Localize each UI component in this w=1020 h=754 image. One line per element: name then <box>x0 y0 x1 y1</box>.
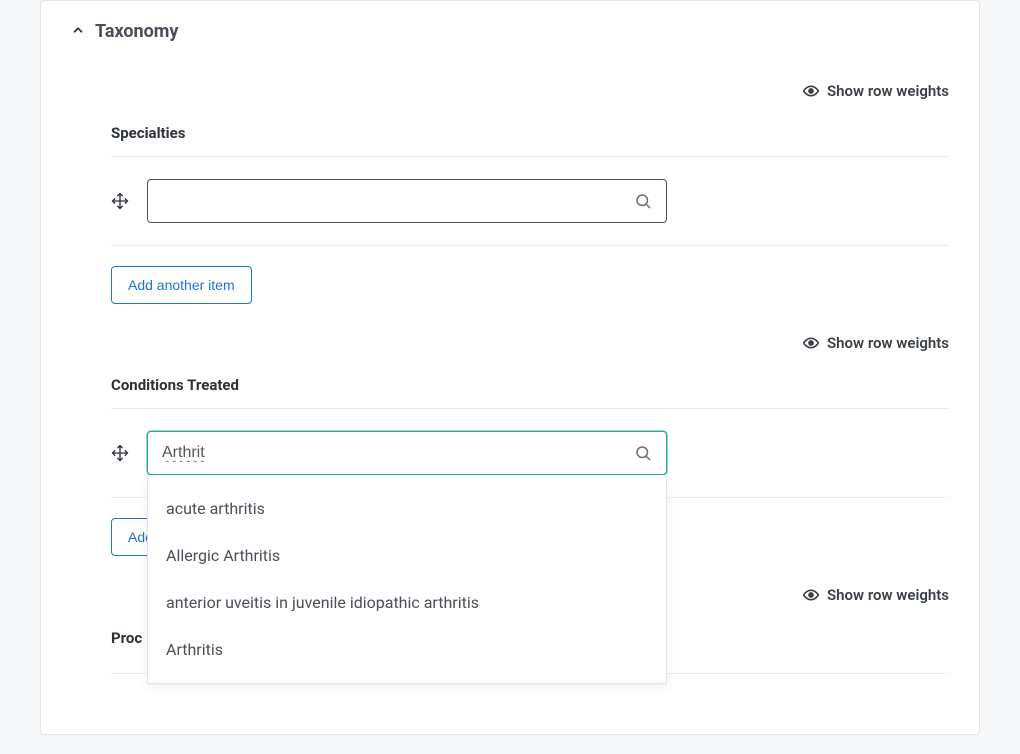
drag-handle-icon[interactable] <box>111 444 129 462</box>
card-header[interactable]: Taxonomy <box>71 21 949 42</box>
search-icon <box>634 192 652 210</box>
conditions-input[interactable] <box>162 444 634 462</box>
search-icon <box>634 444 652 462</box>
conditions-autocomplete-dropdown: acute arthritis Allergic Arthritis anter… <box>147 475 667 684</box>
specialties-input[interactable] <box>162 192 634 210</box>
autocomplete-option[interactable]: Allergic Arthritis <box>148 532 666 579</box>
eye-icon <box>803 587 819 603</box>
eye-icon <box>803 83 819 99</box>
specialties-search-box[interactable] <box>147 179 667 223</box>
conditions-label: Conditions Treated <box>111 376 949 394</box>
show-row-weights-label: Show row weights <box>827 82 949 100</box>
autocomplete-option[interactable]: anterior uveitis in juvenile idiopathic … <box>148 579 666 626</box>
autocomplete-option[interactable]: acute arthritis <box>148 485 666 532</box>
chevron-up-icon <box>71 23 85 41</box>
eye-icon <box>803 335 819 351</box>
specialties-section: Show row weights Specialties Add another… <box>71 82 949 304</box>
conditions-field-row: acute arthritis Allergic Arthritis anter… <box>111 408 949 498</box>
specialties-field-row <box>111 156 949 246</box>
drag-handle-icon[interactable] <box>111 192 129 210</box>
show-row-weights-label: Show row weights <box>827 334 949 352</box>
show-row-weights-label: Show row weights <box>827 586 949 604</box>
show-row-weights-specialties[interactable]: Show row weights <box>71 82 949 100</box>
conditions-search-box[interactable] <box>147 431 667 475</box>
conditions-section: Show row weights Conditions Treated ac <box>71 334 949 556</box>
taxonomy-card: Taxonomy Show row weights Specialties <box>40 0 980 735</box>
add-another-item-specialties[interactable]: Add another item <box>111 266 252 304</box>
procedures-label: Proc <box>111 629 142 647</box>
show-row-weights-conditions[interactable]: Show row weights <box>71 334 949 352</box>
autocomplete-option[interactable]: Arthritis <box>148 626 666 673</box>
specialties-label: Specialties <box>111 124 949 142</box>
card-title: Taxonomy <box>95 21 178 42</box>
